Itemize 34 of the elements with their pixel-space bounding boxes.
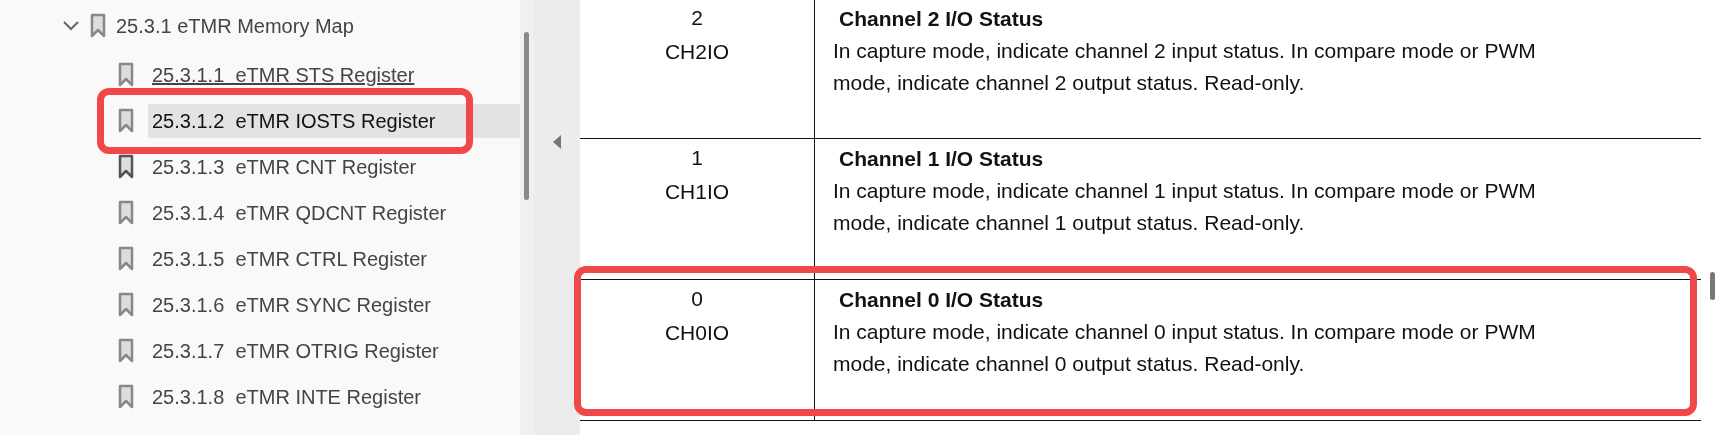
field-description: In capture mode, indicate channel 0 input status. In compare mode or PWM mode, indicate channel 0 output status. Read-only. [833, 319, 1537, 377]
field-name: CH2IO [663, 39, 731, 65]
bookmark-item[interactable]: 25.3.1.6 eTMR SYNC Register [148, 288, 435, 322]
bookmark-icon [118, 338, 134, 364]
field-name: CH1IO [663, 179, 731, 205]
bit-number: 1 [690, 145, 704, 171]
bookmark-item[interactable]: 25.3.1.3 eTMR CNT Register [148, 150, 421, 184]
bookmark-icon [118, 384, 134, 410]
bit-number: 2 [690, 5, 704, 31]
scrollbar-thumb[interactable] [1710, 272, 1715, 300]
scrollbar-thumb[interactable] [524, 32, 529, 200]
field-description: In capture mode, indicate channel 1 input status. In compare mode or PWM mode, indicate channel 1 output status. Read-only. [833, 178, 1537, 236]
field-name: CH0IO [663, 320, 731, 346]
bookmark-item[interactable]: 25.3.1.7 eTMR OTRIG Register [148, 334, 443, 368]
bit-number: 0 [690, 286, 704, 312]
bookmark-icon [118, 246, 134, 272]
bookmark-item[interactable]: 25.3.1.8 eTMR INTE Register [148, 380, 425, 414]
bookmark-item[interactable]: 25.3.1.1 eTMR STS Register [148, 58, 419, 92]
chevron-icon[interactable] [62, 20, 80, 32]
bookmark-icon [118, 200, 134, 226]
bookmark-label[interactable]: 25.3.1 eTMR Memory Map [116, 11, 354, 41]
bookmark-icon [118, 292, 134, 318]
field-title: Channel 1 I/O Status [838, 146, 1045, 172]
bookmark-icon [118, 62, 134, 88]
bookmark-item[interactable]: 25.3.1.4 eTMR QDCNT Register [148, 196, 451, 230]
field-title: Channel 0 I/O Status [838, 287, 1045, 313]
field-description: In capture mode, indicate channel 2 input status. In compare mode or PWM mode, indicate channel 2 output status. Read-only. [833, 38, 1537, 96]
bookmark-icon [118, 108, 134, 134]
bookmark-icon [118, 154, 134, 180]
bookmark-item[interactable]: 25.3.1.2 eTMR IOSTS Register [148, 104, 520, 138]
bookmark-item[interactable]: 25.3.1.5 eTMR CTRL Register [148, 242, 431, 276]
bookmark-icon [90, 13, 106, 39]
field-title: Channel 2 I/O Status [838, 6, 1045, 32]
collapse-arrow-icon[interactable] [552, 134, 562, 150]
